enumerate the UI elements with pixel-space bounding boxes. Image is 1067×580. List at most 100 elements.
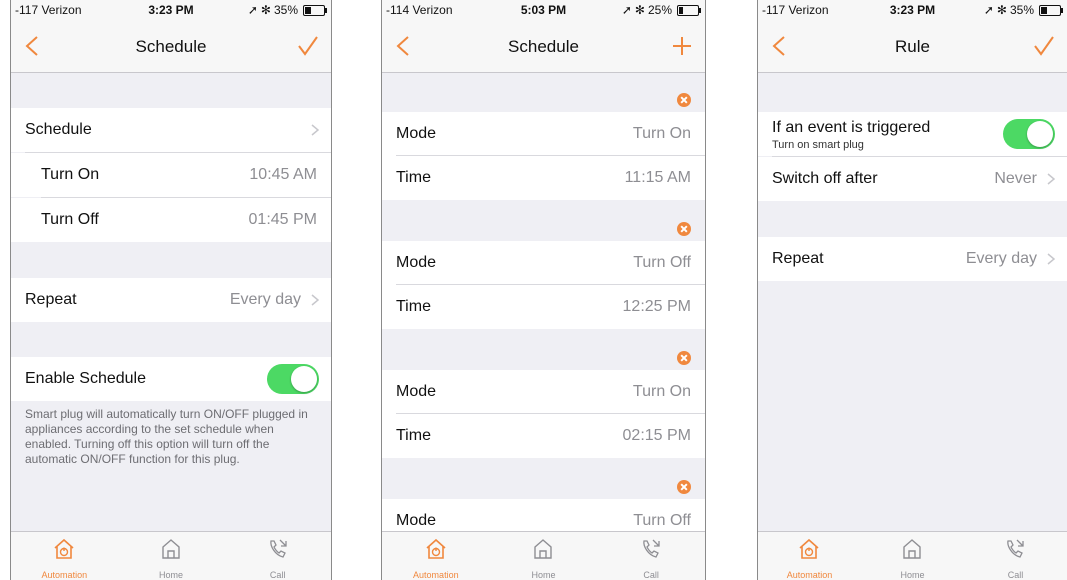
switch-off-label: Switch off after [772, 170, 878, 187]
mode-label: Mode [396, 512, 437, 529]
schedule-row[interactable]: Schedule [11, 108, 331, 152]
mode-row[interactable]: Mode Turn On [382, 370, 705, 414]
repeat-value: Every day [965, 250, 1037, 267]
time-label: Time [396, 427, 431, 444]
bluetooth-icon: ✻ [996, 3, 1007, 17]
time-value: 12:25 PM [622, 298, 691, 315]
repeat-value: Every day [229, 291, 301, 308]
repeat-row[interactable]: Repeat Every day [758, 237, 1067, 281]
enable-schedule-label: Enable Schedule [25, 370, 146, 387]
tab-label: Automation [41, 570, 88, 580]
battery-icon [1039, 4, 1063, 16]
delete-entry-icon[interactable] [677, 480, 691, 494]
tab-call[interactable]: Call [224, 532, 331, 580]
time-row[interactable]: Time 11:15 AM [382, 156, 705, 200]
tab-label: Call [643, 570, 659, 580]
mode-row[interactable]: Mode Turn Off [382, 241, 705, 285]
page-title: Schedule [508, 37, 579, 56]
mode-label: Mode [396, 125, 437, 142]
page-title: Schedule [135, 37, 207, 56]
battery-icon [303, 4, 327, 16]
automation-home-icon [426, 538, 446, 559]
chevron-right-icon [1047, 253, 1055, 265]
call-icon [269, 539, 287, 558]
chevron-right-icon [311, 294, 319, 306]
tab-automation[interactable]: Automation [11, 532, 118, 580]
plus-icon[interactable] [671, 35, 693, 57]
mode-value: Turn On [632, 383, 691, 400]
battery-percent: 35% [1009, 3, 1034, 17]
event-trigger-row: If an event is triggered Turn on smart p… [758, 112, 1067, 156]
tab-label: Home [900, 570, 925, 580]
screen-schedule-list: -114 Verizon 5:03 PM ➚ ✻ 25% Schedule Mo… [381, 0, 706, 580]
automation-home-icon [799, 538, 820, 559]
tab-label: Automation [413, 570, 459, 580]
tab-label: Call [269, 570, 286, 580]
home-icon [162, 539, 180, 559]
tab-automation[interactable]: Automation [758, 532, 861, 580]
turn-off-label: Turn Off [41, 211, 99, 228]
navigation-bar: Rule [758, 20, 1067, 73]
bluetooth-icon: ✻ [260, 3, 271, 17]
location-icon: ➚ [983, 3, 994, 17]
turn-on-row[interactable]: Turn On 10:45 AM [11, 153, 331, 197]
tab-home[interactable]: Home [861, 532, 964, 580]
enable-schedule-row: Enable Schedule [11, 357, 331, 401]
tab-automation[interactable]: Automation [382, 532, 490, 580]
tab-home[interactable]: Home [118, 532, 225, 580]
checkmark-icon[interactable] [297, 35, 319, 57]
call-icon [643, 539, 660, 558]
tab-call[interactable]: Call [597, 532, 705, 580]
chevron-right-icon [1047, 173, 1055, 185]
location-icon: ➚ [621, 3, 632, 17]
status-bar: -117 Verizon 3:23 PM ➚ ✻ 35% [758, 0, 1067, 20]
event-trigger-label: If an event is triggered [772, 119, 931, 136]
page-title: Rule [895, 37, 930, 56]
repeat-label: Repeat [25, 291, 77, 308]
schedule-label: Schedule [25, 121, 92, 138]
switch-off-row[interactable]: Switch off after Never [758, 157, 1067, 201]
event-trigger-toggle[interactable] [1003, 119, 1055, 149]
enable-schedule-toggle[interactable] [267, 364, 319, 394]
battery-percent: 25% [647, 3, 672, 17]
tab-label: Home [158, 570, 183, 580]
repeat-row[interactable]: Repeat Every day [11, 278, 331, 322]
tab-label: Home [531, 570, 556, 580]
home-icon [903, 539, 922, 559]
tab-home[interactable]: Home [490, 532, 598, 580]
time-row[interactable]: Time 12:25 PM [382, 285, 705, 329]
mode-row[interactable]: Mode Turn On [382, 112, 705, 156]
turn-off-row[interactable]: Turn Off 01:45 PM [11, 198, 331, 242]
screen-rule: -117 Verizon 3:23 PM ➚ ✻ 35% Rule If an … [757, 0, 1067, 580]
delete-entry-icon[interactable] [677, 222, 691, 236]
tab-call[interactable]: Call [964, 532, 1067, 580]
turn-on-time: 10:45 AM [249, 166, 317, 183]
turn-on-label: Turn On [41, 166, 100, 183]
delete-entry-icon[interactable] [677, 351, 691, 365]
chevron-right-icon [311, 124, 319, 136]
repeat-label: Repeat [772, 250, 824, 267]
location-icon: ➚ [247, 3, 258, 17]
schedule-description: Smart plug will automatically turn ON/OF… [25, 407, 308, 466]
mode-label: Mode [396, 254, 437, 271]
call-icon [1007, 539, 1025, 558]
time-row[interactable]: Time 02:15 PM [382, 414, 705, 458]
status-bar: -117 Verizon 3:23 PM ➚ ✻ 35% [11, 0, 331, 20]
tab-label: Call [1007, 570, 1024, 580]
mode-value: Turn Off [633, 254, 691, 271]
bluetooth-icon: ✻ [634, 3, 645, 17]
tab-bar: Automation Home Call [11, 531, 331, 580]
automation-home-icon [54, 538, 74, 559]
time-label: Time [396, 298, 431, 315]
checkmark-icon[interactable] [1033, 35, 1055, 57]
screen-schedule-settings: -117 Verizon 3:23 PM ➚ ✻ 35% Schedule Sc… [10, 0, 332, 580]
tab-bar: Automation Home Call [758, 531, 1067, 580]
tab-bar: Automation Home Call [382, 531, 705, 580]
delete-entry-icon[interactable] [677, 93, 691, 107]
mode-label: Mode [396, 383, 437, 400]
tab-label: Automation [786, 570, 833, 580]
battery-icon [677, 4, 701, 16]
time-value: 11:15 AM [624, 169, 691, 186]
battery-percent: 35% [273, 3, 298, 17]
mode-value: Turn On [632, 125, 691, 142]
